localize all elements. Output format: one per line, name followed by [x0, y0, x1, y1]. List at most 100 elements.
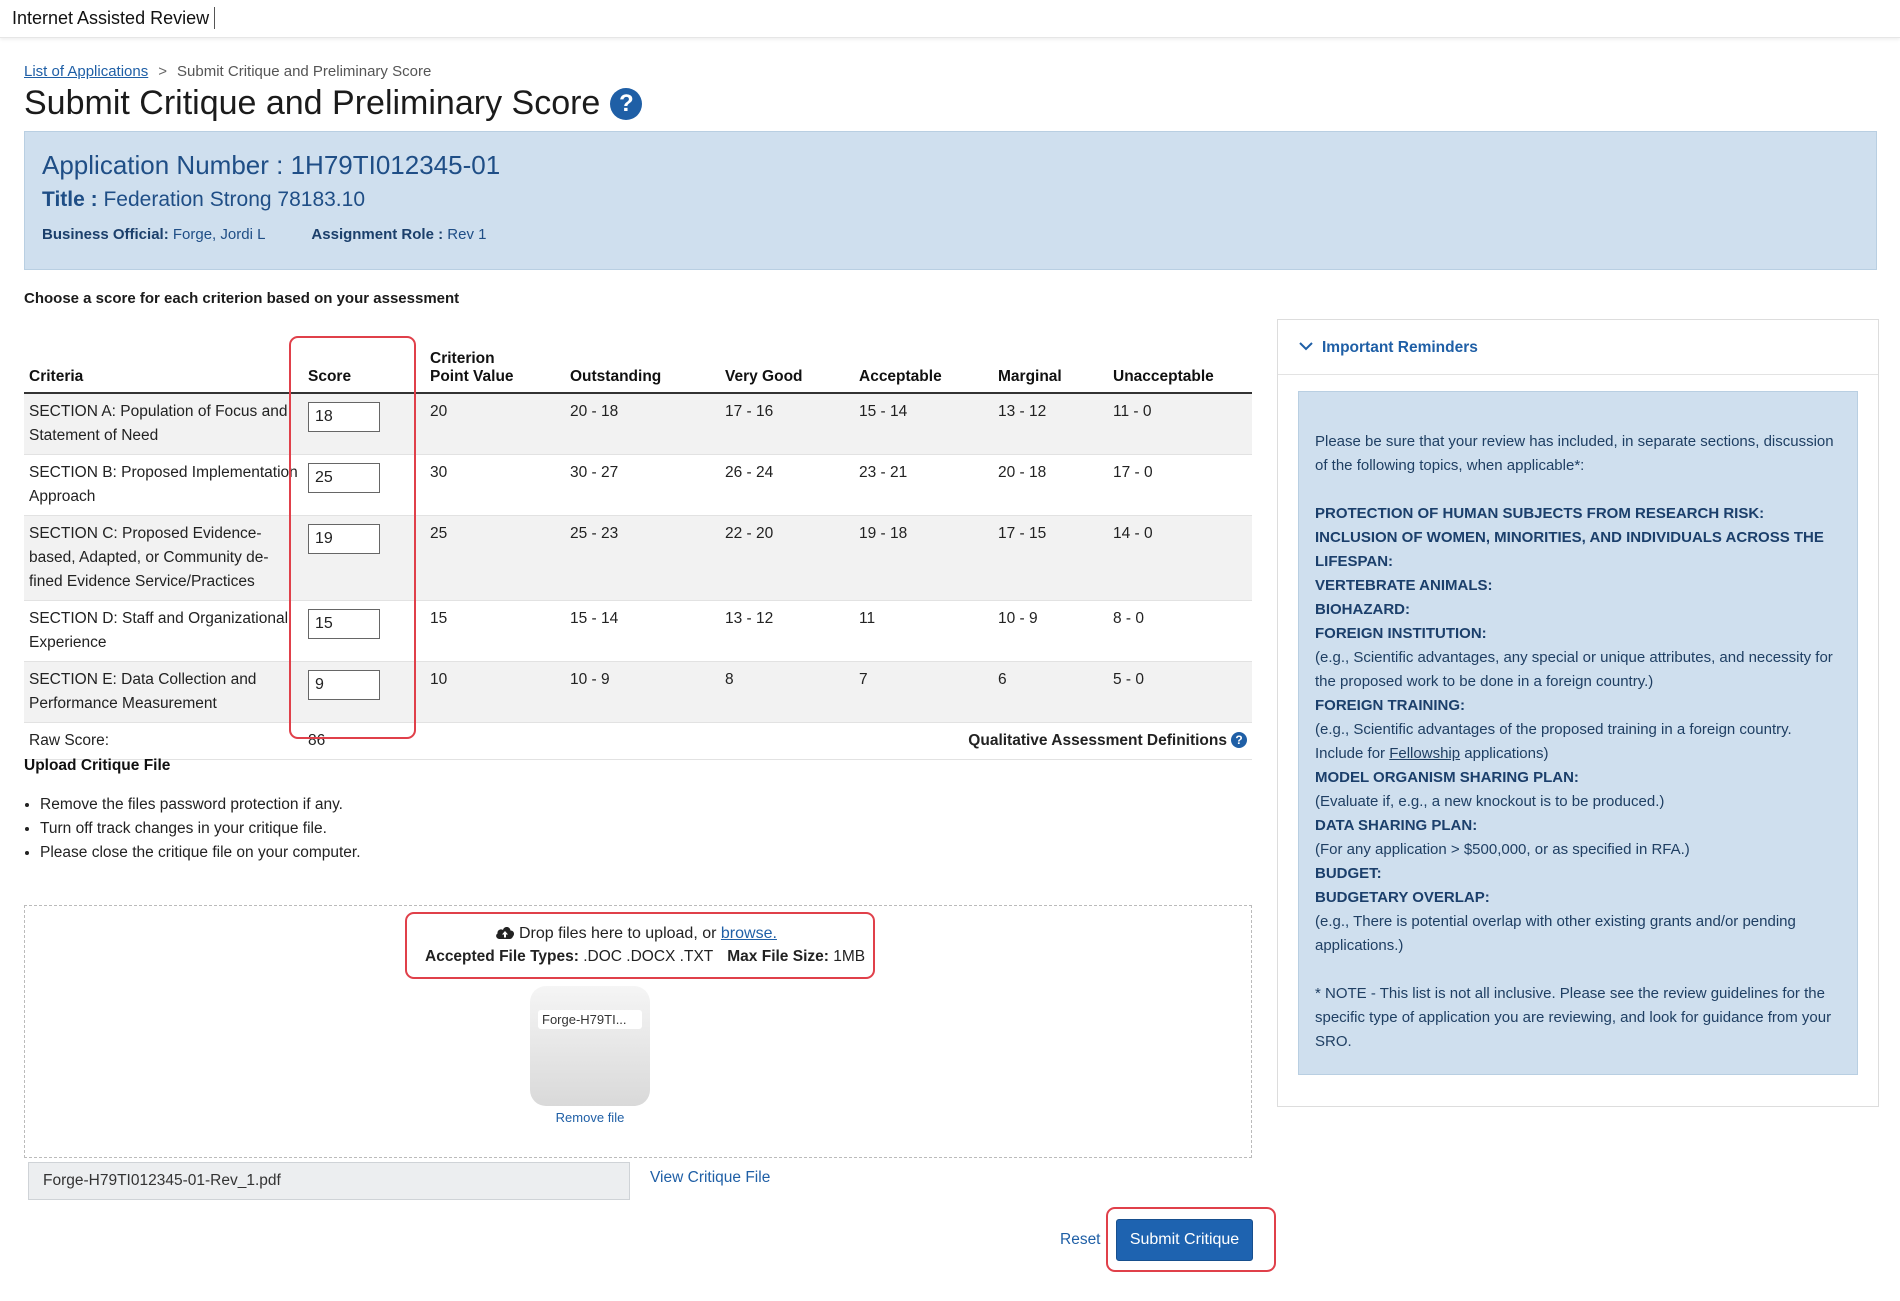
marginal-cell: 17 - 15	[998, 525, 1047, 542]
remove-file-link[interactable]: Remove file	[530, 1110, 650, 1125]
unacceptable-cell: 11 - 0	[1113, 403, 1152, 420]
unacceptable-cell: 5 - 0	[1113, 671, 1145, 688]
chevron-down-icon[interactable]	[1298, 338, 1314, 359]
fellowship-link[interactable]: Fellowship	[1389, 745, 1460, 762]
reminder-heading: FOREIGN INSTITUTION:	[1315, 625, 1487, 642]
outstanding-cell: 15 - 14	[570, 610, 619, 627]
header-acceptable: Acceptable	[854, 336, 993, 394]
max-size-label: Max File Size:	[727, 948, 829, 965]
file-types-value: .DOC .DOCX .TXT	[583, 948, 714, 965]
acceptable-cell: 19 - 18	[859, 525, 908, 542]
header-score: Score	[303, 336, 425, 394]
reminder-text: (For any application > $500,000, or as s…	[1315, 841, 1690, 858]
uploaded-filename-field: Forge-H79TI012345-01-Rev_1.pdf	[28, 1162, 630, 1200]
scoring-instructions: Choose a score for each criterion based …	[24, 290, 460, 307]
header-outstanding: Outstanding	[565, 336, 720, 394]
reminders-title[interactable]: Important Reminders	[1322, 339, 1478, 357]
very-good-cell: 17 - 16	[725, 403, 774, 420]
acceptable-cell: 15 - 14	[859, 403, 908, 420]
point-value-cell: 25	[430, 525, 448, 542]
page-title: Submit Critique and Preliminary Score?	[24, 84, 643, 123]
application-info-panel: Application Number : 1H79TI012345-01 Tit…	[24, 131, 1877, 270]
reminder-heading: BUDGETARY OVERLAP:	[1315, 889, 1490, 906]
reset-link[interactable]: Reset	[1060, 1231, 1101, 1249]
marginal-cell: 10 - 9	[998, 610, 1038, 627]
reminder-heading: PROTECTION OF HUMAN SUBJECTS FROM RESEAR…	[1315, 505, 1765, 522]
file-drop-zone[interactable]: Drop files here to upload, or browse. Ac…	[24, 905, 1252, 1158]
table-row: SECTION A: Population of Focus and State…	[24, 393, 1252, 455]
criteria-cell: SECTION D: Staff and Organizational Expe…	[29, 610, 289, 651]
file-thumbnail: Forge-H79TI...	[530, 986, 650, 1106]
reminder-heading: MODEL ORGANISM SHARING PLAN:	[1315, 769, 1579, 786]
very-good-cell: 13 - 12	[725, 610, 774, 627]
raw-score-label: Raw Score:	[24, 722, 303, 760]
score-cell	[303, 393, 425, 455]
table-row: SECTION D: Staff and Organizational Expe…	[24, 600, 1252, 662]
reminders-intro: Please be sure that your review has incl…	[1315, 433, 1834, 474]
score-table: Criteria Score Criterion Point Value Outs…	[24, 336, 1252, 760]
point-value-cell: 10	[430, 671, 448, 688]
reminder-text: (e.g., Scientific advantages of the prop…	[1315, 721, 1792, 762]
assignment-role-value: Rev 1	[447, 226, 487, 243]
reminder-text: (e.g., There is potential overlap with o…	[1315, 913, 1796, 954]
business-official-label: Business Official:	[42, 226, 169, 243]
score-cell	[303, 662, 425, 723]
table-row: SECTION E: Data Collection and Performan…	[24, 661, 1252, 723]
application-number-label: Application Number :	[42, 150, 284, 180]
upload-notes: Remove the files password protection if …	[24, 793, 361, 865]
file-types-label: Accepted File Types:	[425, 948, 579, 965]
submit-critique-button[interactable]: Submit Critique	[1116, 1219, 1253, 1261]
outstanding-cell: 10 - 9	[570, 671, 610, 688]
browse-link[interactable]: browse.	[721, 925, 777, 942]
score-cell	[303, 455, 425, 516]
score-input-section-e[interactable]	[308, 670, 380, 700]
header-criteria: Criteria	[24, 336, 303, 394]
qualitative-assessment-link[interactable]: Qualitative Assessment Definitions	[968, 732, 1227, 749]
reminders-header[interactable]: Important Reminders	[1278, 320, 1878, 375]
cloud-upload-icon	[495, 924, 515, 945]
breadcrumb-current: Submit Critique and Preliminary Score	[177, 63, 432, 80]
app-name-separator	[214, 7, 215, 29]
application-title-value: Federation Strong 78183.10	[103, 188, 365, 211]
qualitative-assessment-definitions[interactable]: Qualitative Assessment Definitions?	[425, 722, 1252, 760]
raw-score-value: 86	[303, 722, 425, 760]
score-input-section-a[interactable]	[308, 402, 380, 432]
application-number-value: 1H79TI012345-01	[290, 150, 501, 180]
acceptable-cell: 23 - 21	[859, 464, 908, 481]
acceptable-cell: 7	[859, 671, 868, 688]
point-value-cell: 20	[430, 403, 448, 420]
help-icon[interactable]: ?	[1231, 732, 1247, 748]
criteria-cell: SECTION E: Data Collection and Performan…	[29, 671, 257, 712]
header-point-value: Criterion Point Value	[425, 336, 565, 394]
reminder-heading: BIOHAZARD:	[1315, 601, 1410, 618]
page-title-text: Submit Critique and Preliminary Score	[24, 84, 601, 122]
help-icon[interactable]: ?	[610, 88, 643, 120]
very-good-cell: 22 - 20	[725, 525, 774, 542]
upload-note: Remove the files password protection if …	[40, 793, 361, 817]
unacceptable-cell: 14 - 0	[1113, 525, 1153, 542]
reminder-heading: INCLUSION OF WOMEN, MINORITIES, AND INDI…	[1315, 529, 1824, 570]
header-marginal: Marginal	[993, 336, 1108, 394]
header-unacceptable: Unacceptable	[1108, 336, 1252, 394]
very-good-cell: 26 - 24	[725, 464, 774, 481]
breadcrumb-list-of-applications-link[interactable]: List of Applications	[24, 63, 148, 80]
score-input-section-b[interactable]	[308, 463, 380, 493]
score-input-section-c[interactable]	[308, 524, 380, 554]
drop-instructions: Drop files here to upload, or browse.	[495, 924, 777, 945]
point-value-cell: 30	[430, 464, 448, 481]
unacceptable-cell: 17 - 0	[1113, 464, 1153, 481]
score-table-header: Criteria Score Criterion Point Value Outs…	[24, 336, 1252, 394]
marginal-cell: 20 - 18	[998, 464, 1047, 481]
unacceptable-cell: 8 - 0	[1113, 610, 1145, 627]
reminder-text: (Evaluate if, e.g., a new knockout is to…	[1315, 793, 1665, 810]
marginal-cell: 6	[998, 671, 1007, 688]
reminder-heading: VERTEBRATE ANIMALS:	[1315, 577, 1493, 594]
reminder-heading: FOREIGN TRAINING:	[1315, 697, 1465, 714]
score-input-section-d[interactable]	[308, 609, 380, 639]
important-reminders-panel: Important Reminders Please be sure that …	[1277, 319, 1879, 1107]
outstanding-cell: 30 - 27	[570, 464, 619, 481]
view-critique-file-link[interactable]: View Critique File	[650, 1169, 770, 1187]
marginal-cell: 13 - 12	[998, 403, 1047, 420]
table-row: SECTION B: Proposed Implementation Appro…	[24, 454, 1252, 516]
reminder-text: (e.g., Scientific advantages, any specia…	[1315, 649, 1833, 690]
